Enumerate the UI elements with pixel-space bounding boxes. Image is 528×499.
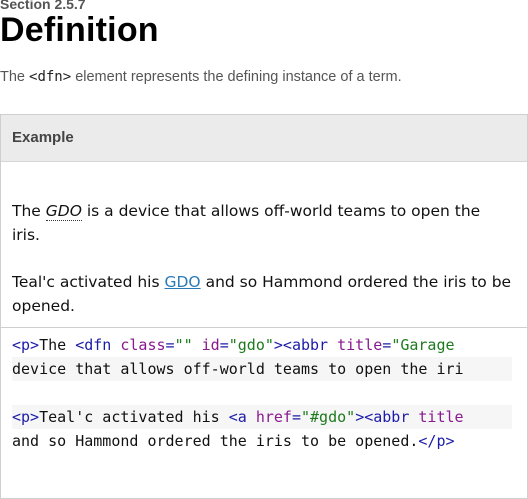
- para2-before: Teal'c activated his: [12, 273, 165, 291]
- code-horizontal-scrollbar[interactable]: [12, 463, 512, 471]
- code-token: href: [255, 408, 292, 426]
- code-token: "Garage: [391, 336, 455, 354]
- code-token: id: [201, 336, 220, 354]
- code-token: The: [39, 336, 76, 354]
- example-box: Example The GDO is a device that allows …: [0, 114, 528, 499]
- example-header: Example: [1, 115, 527, 162]
- intro-text: The <dfn> element represents the definin…: [0, 69, 402, 85]
- intro-text-after: element represents the defining instance…: [71, 69, 402, 85]
- code-token: "#gdo": [301, 408, 356, 426]
- code-token: ><abbr: [273, 336, 329, 354]
- code-line-1: <p>The <dfn class="" id="gdo"><abbr titl…: [12, 333, 512, 357]
- code-token: <p>: [12, 336, 40, 354]
- page-title: Definition: [0, 11, 159, 49]
- para1-after: is a device that allows off-world teams …: [12, 202, 481, 244]
- example-label: Example: [12, 129, 74, 146]
- para1-before: The: [12, 202, 46, 220]
- intro-text-before: The: [0, 69, 30, 85]
- code-token: and so Hammond ordered the iris to be op…: [12, 432, 419, 450]
- code-token: "gdo": [228, 336, 274, 354]
- example-code-block[interactable]: <p>The <dfn class="" id="gdo"><abbr titl…: [1, 327, 527, 498]
- dfn-element-code: <dfn>: [29, 69, 72, 85]
- example-paragraph-definition: The GDO is a device that allows off-worl…: [12, 199, 512, 247]
- example-paragraph-usage: Teal'c activated his GDO and so Hammond …: [12, 270, 512, 318]
- code-token: title: [337, 336, 383, 354]
- code-token: =: [291, 408, 301, 426]
- gdo-defined-term: GDO: [45, 202, 82, 221]
- example-rendered-output: The GDO is a device that allows off-worl…: [1, 162, 527, 326]
- code-token: ><abbr: [355, 408, 410, 426]
- code-token: <dfn: [75, 336, 112, 354]
- code-token: Teal'c activated his: [39, 408, 229, 426]
- code-token: =: [219, 336, 229, 354]
- code-line-5: and so Hammond ordered the iris to be op…: [12, 429, 512, 453]
- code-token: title: [418, 408, 464, 426]
- code-line-2: device that allows off-world teams to op…: [12, 357, 512, 381]
- code-token: =: [165, 336, 175, 354]
- code-token: "": [174, 336, 193, 354]
- code-token: =: [382, 336, 392, 354]
- code-line-4: <p>Teal'c activated his <a href="#gdo"><…: [12, 405, 512, 429]
- code-token: class: [120, 336, 166, 354]
- code-token: </p>: [418, 432, 455, 450]
- gdo-link[interactable]: GDO: [164, 273, 200, 291]
- code-token: <p>: [12, 408, 40, 426]
- code-token: <a: [228, 408, 247, 426]
